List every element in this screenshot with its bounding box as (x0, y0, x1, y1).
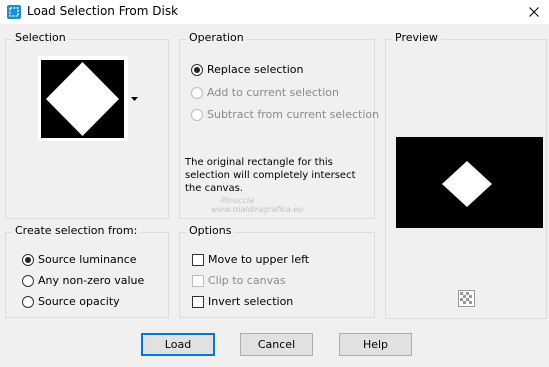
operation-note: The original rectangle for this selectio… (185, 157, 356, 194)
load-button[interactable]: Load (141, 333, 215, 356)
replace-selection-label: Replace selection (207, 63, 304, 76)
preview-group: Preview (385, 31, 547, 319)
subtract-from-selection-label: Subtract from current selection (207, 108, 380, 121)
radio-indicator (22, 274, 34, 287)
preview-group-title: Preview (392, 31, 441, 44)
cancel-button[interactable]: Cancel (240, 333, 313, 356)
any-non-zero-label: Any non-zero value (38, 274, 145, 287)
any-non-zero-radio[interactable]: Any non-zero value (22, 274, 144, 287)
radio-indicator (191, 63, 203, 76)
create-from-group-title: Create selection from: (12, 224, 141, 237)
subtract-from-selection-radio[interactable]: Subtract from current selection (191, 108, 379, 121)
options-group-title: Options (186, 224, 235, 237)
title-bar: Load Selection From Disk (0, 0, 549, 24)
radio-indicator (191, 108, 203, 121)
source-luminance-label: Source luminance (38, 253, 137, 266)
window-title: Load Selection From Disk (27, 4, 179, 18)
radio-indicator (191, 86, 203, 99)
help-button[interactable]: Help (339, 333, 412, 356)
add-to-selection-radio[interactable]: Add to current selection (191, 86, 339, 99)
checkbox-indicator (192, 253, 204, 266)
selection-group-title: Selection (12, 31, 69, 44)
selection-thumbnail (41, 60, 124, 138)
selection-group: Selection (5, 31, 169, 219)
replace-selection-radio[interactable]: Replace selection (191, 63, 303, 76)
selection-icon (7, 5, 21, 19)
move-to-upper-left-checkbox[interactable]: Move to upper left (192, 253, 309, 266)
watermark: Pinuccia www.maldiragrafica.eu (187, 196, 303, 214)
operation-group-title: Operation (186, 31, 247, 44)
checkbox-indicator (192, 295, 204, 308)
add-to-selection-label: Add to current selection (207, 86, 339, 99)
options-group: Options Move to upper left Clip to canva… (179, 224, 375, 318)
invert-selection-label: Invert selection (208, 295, 294, 308)
source-opacity-label: Source opacity (38, 295, 120, 308)
selection-swatch[interactable] (38, 56, 128, 141)
radio-indicator (22, 253, 34, 266)
watermark-url: www.maldiragrafica.eu (211, 205, 304, 214)
checkbox-indicator (192, 274, 204, 287)
invert-selection-checkbox[interactable]: Invert selection (192, 295, 293, 308)
preview-image (396, 137, 543, 228)
clip-to-canvas-checkbox[interactable]: Clip to canvas (192, 274, 286, 287)
operation-group: Operation Replace selection Add to curre… (179, 31, 379, 219)
move-to-upper-left-label: Move to upper left (208, 253, 310, 266)
create-from-group: Create selection from: Source luminance … (5, 224, 169, 318)
close-icon (529, 7, 539, 17)
radio-indicator (22, 295, 34, 308)
caret-down-icon[interactable] (131, 97, 138, 101)
checkerboard-icon[interactable] (458, 290, 475, 307)
clip-to-canvas-label: Clip to canvas (208, 274, 286, 287)
watermark-name: Pinuccia (221, 196, 255, 205)
source-luminance-radio[interactable]: Source luminance (22, 253, 137, 266)
source-opacity-radio[interactable]: Source opacity (22, 295, 120, 308)
close-button[interactable] (519, 0, 549, 24)
